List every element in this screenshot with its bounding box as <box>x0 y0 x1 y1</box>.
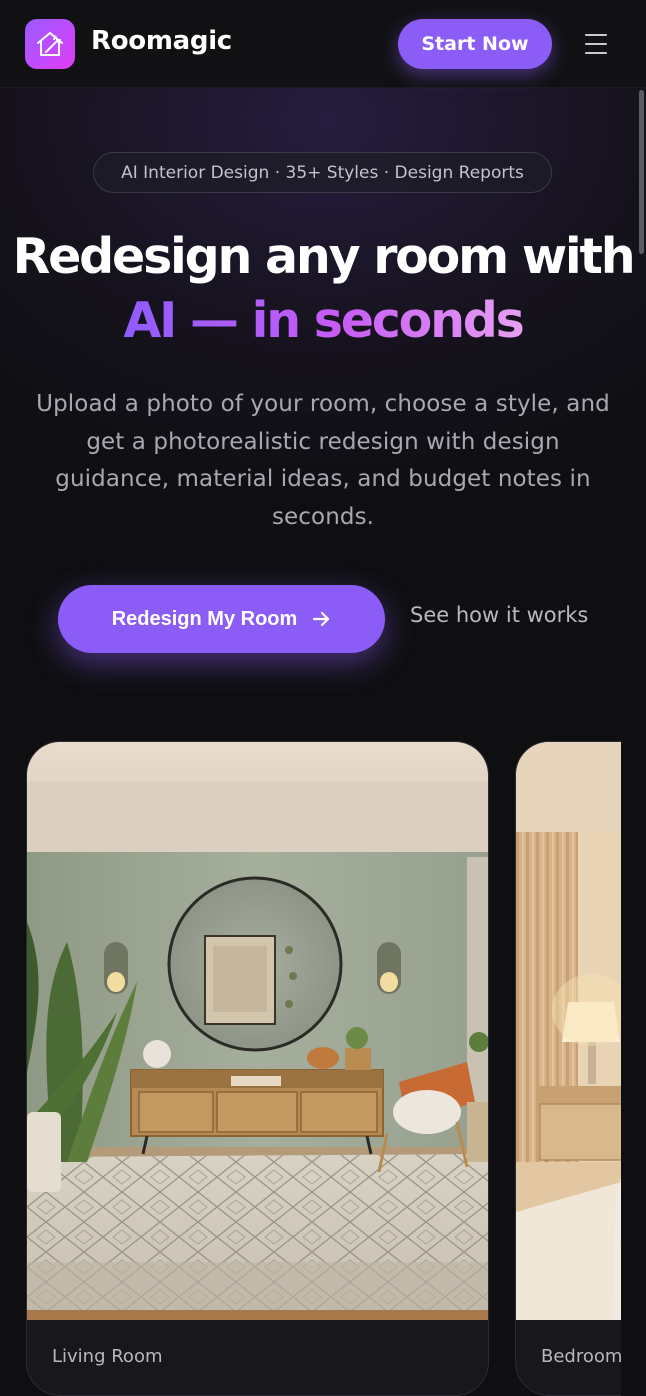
redesign-my-room-button[interactable]: Redesign My Room <box>58 585 385 653</box>
living-room-image <box>27 742 488 1320</box>
cta-label: Redesign My Room <box>111 607 298 630</box>
hero-subtitle: Upload a photo of your room, choose a st… <box>36 391 610 530</box>
headline-gradient-text: AI — in seconds <box>123 292 524 349</box>
page: Roomagic Start Now AI Interior Design · … <box>0 0 646 1396</box>
start-now-button[interactable]: Start Now <box>398 19 552 69</box>
see-how-it-works-link[interactable]: See how it works <box>410 603 588 627</box>
card-label-bedroom: Bedroom <box>541 1346 623 1367</box>
house-magic-wand-icon <box>37 32 63 56</box>
gallery-card-living-room[interactable]: Living Room <box>26 741 489 1396</box>
arrow-right-icon <box>311 609 331 629</box>
hamburger-menu-icon[interactable] <box>582 32 610 56</box>
top-nav: Roomagic Start Now <box>0 0 646 88</box>
card-label-living-room: Living Room <box>52 1346 163 1367</box>
brand-name[interactable]: Roomagic <box>91 26 232 56</box>
feature-pill: AI Interior Design · 35+ Styles · Design… <box>93 152 552 193</box>
viewport-edge <box>621 730 646 1396</box>
headline-line-1: Redesign any room with <box>12 228 636 285</box>
logo[interactable] <box>25 19 75 69</box>
headline-line-2: AI — in seconds <box>0 292 646 349</box>
